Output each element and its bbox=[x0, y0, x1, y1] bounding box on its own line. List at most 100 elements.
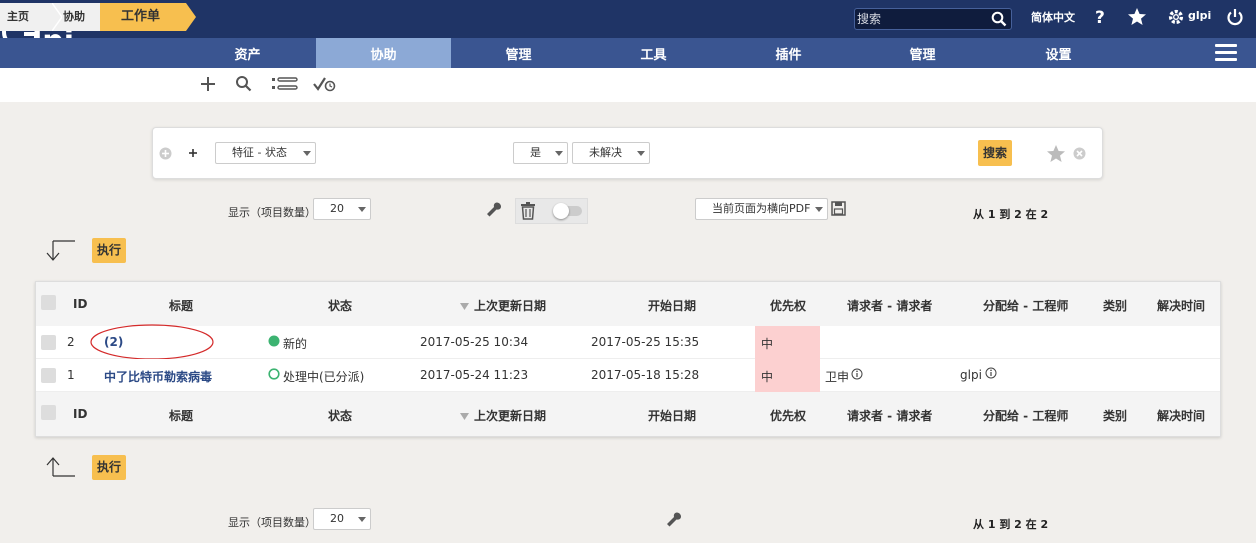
reset-search-icon[interactable] bbox=[1073, 147, 1086, 163]
ticket-start-date: 2017-05-25 15:35 bbox=[591, 335, 700, 349]
select-all-checkbox[interactable] bbox=[41, 405, 56, 420]
ticket-priority: 中 bbox=[761, 370, 774, 384]
trash-toggle-group bbox=[515, 198, 588, 224]
search-icon[interactable] bbox=[235, 75, 253, 96]
nav-tab-setup[interactable]: 设置 bbox=[991, 38, 1126, 68]
info-icon[interactable] bbox=[851, 368, 863, 383]
list-icon[interactable] bbox=[271, 75, 299, 96]
ticket-id: 2 bbox=[67, 335, 75, 349]
execute-button[interactable]: 执行 bbox=[92, 455, 126, 480]
global-search[interactable] bbox=[854, 8, 1012, 30]
global-search-input[interactable] bbox=[857, 10, 985, 28]
criteria-value-text: 未解决 bbox=[589, 146, 622, 159]
page-size-value: 20 bbox=[330, 512, 344, 525]
column-header-title[interactable]: 标题 bbox=[169, 407, 193, 424]
status-new-icon bbox=[268, 335, 280, 350]
info-icon[interactable] bbox=[985, 367, 997, 382]
breadcrumb-home-label: 主页 bbox=[7, 10, 29, 23]
table-row[interactable]: 1 中了比特币勒索病毒 处理中(已分派) 2017-05-24 11:23 20… bbox=[36, 359, 1220, 392]
add-criteria-icon[interactable] bbox=[187, 147, 199, 162]
sort-desc-icon bbox=[460, 300, 469, 314]
table-footer-row: ID 标题 状态 上次更新日期 开始日期 优先权 请求者 - 请求者 分配给 -… bbox=[36, 392, 1220, 436]
column-header-last-update[interactable]: 上次更新日期 bbox=[474, 297, 546, 314]
menu-icon[interactable] bbox=[1215, 44, 1237, 62]
breadcrumb-ticket[interactable]: 工作单 bbox=[100, 3, 196, 31]
criteria-operator-select[interactable]: 是 bbox=[513, 142, 568, 164]
column-header-id[interactable]: ID bbox=[73, 297, 87, 311]
arrow-down-left-icon bbox=[45, 240, 77, 265]
wrench-icon[interactable] bbox=[485, 201, 503, 222]
nav-tab-plugins[interactable]: 插件 bbox=[721, 38, 856, 68]
toggle-knob bbox=[553, 203, 569, 219]
export-save-icon[interactable] bbox=[831, 201, 846, 219]
main-nav: 资产 协助 管理 工具 插件 管理 设置 bbox=[0, 38, 1256, 68]
criteria-field-select[interactable]: 特征 - 状态 bbox=[215, 142, 316, 164]
ticket-requester[interactable]: 卫申 bbox=[825, 368, 849, 385]
row-checkbox[interactable] bbox=[41, 335, 56, 350]
ticket-status: 处理中(已分派) bbox=[283, 370, 365, 384]
trash-icon[interactable] bbox=[520, 202, 536, 223]
export-format-select[interactable]: 当前页面为横向PDF bbox=[695, 198, 828, 220]
language-selector[interactable]: 简体中文 bbox=[1031, 9, 1075, 25]
save-search-star-icon[interactable] bbox=[1046, 144, 1066, 167]
star-icon[interactable] bbox=[1127, 7, 1147, 30]
user-menu[interactable]: glpi bbox=[1188, 9, 1211, 22]
column-header-start-date[interactable]: 开始日期 bbox=[648, 407, 696, 424]
add-icon[interactable] bbox=[199, 75, 217, 96]
column-header-priority[interactable]: 优先权 bbox=[770, 407, 806, 424]
wrench-icon[interactable] bbox=[665, 511, 683, 532]
column-header-requester[interactable]: 请求者 - 请求者 bbox=[847, 297, 932, 314]
logout-icon[interactable] bbox=[1226, 7, 1244, 30]
nav-tab-administration[interactable]: 管理 bbox=[855, 38, 990, 68]
column-header-priority[interactable]: 优先权 bbox=[770, 297, 806, 314]
column-header-id[interactable]: ID bbox=[73, 407, 87, 421]
ticket-status: 新的 bbox=[283, 337, 308, 351]
search-criteria-panel: 特征 - 状态 是 未解决 搜索 bbox=[152, 127, 1103, 179]
column-header-title[interactable]: 标题 bbox=[169, 297, 193, 314]
column-header-assigned[interactable]: 分配给 - 工程师 bbox=[983, 407, 1068, 424]
criteria-operator-value: 是 bbox=[530, 146, 541, 159]
gear-icon[interactable] bbox=[1167, 7, 1185, 30]
table-row[interactable]: 2 (2) 新的 2017-05-25 10:34 2017-05-25 15:… bbox=[36, 324, 1220, 360]
red-highlight-ellipse bbox=[90, 324, 214, 363]
nav-tab-tools[interactable]: 工具 bbox=[586, 38, 721, 68]
search-button[interactable]: 搜索 bbox=[978, 140, 1012, 166]
check-clock-icon[interactable] bbox=[313, 75, 337, 96]
ticket-last-update: 2017-05-25 10:34 bbox=[420, 335, 529, 349]
column-header-resolution-time[interactable]: 解决时间 bbox=[1157, 297, 1205, 314]
table-header-row: ID 标题 状态 上次更新日期 开始日期 优先权 请求者 - 请求者 分配给 -… bbox=[36, 282, 1220, 326]
pagination-info: 从 1 到 2 在 2 bbox=[973, 208, 1049, 221]
ticket-table: ID 标题 状态 上次更新日期 开始日期 优先权 请求者 - 请求者 分配给 -… bbox=[35, 281, 1221, 437]
row-checkbox[interactable] bbox=[41, 368, 56, 383]
ticket-id: 1 bbox=[67, 368, 75, 382]
execute-button[interactable]: 执行 bbox=[92, 238, 126, 263]
column-header-status[interactable]: 状态 bbox=[328, 297, 352, 314]
column-header-requester[interactable]: 请求者 - 请求者 bbox=[847, 407, 932, 424]
nav-tab-management[interactable]: 管理 bbox=[451, 38, 586, 68]
select-all-checkbox[interactable] bbox=[41, 295, 56, 310]
help-icon[interactable]: ? bbox=[1094, 7, 1108, 30]
search-icon[interactable] bbox=[991, 11, 1007, 30]
column-header-category[interactable]: 类别 bbox=[1103, 297, 1127, 314]
deleted-items-toggle[interactable] bbox=[553, 203, 582, 219]
ticket-assigned[interactable]: glpi bbox=[960, 368, 982, 382]
column-header-last-update[interactable]: 上次更新日期 bbox=[474, 407, 546, 424]
ticket-start-date: 2017-05-18 15:28 bbox=[591, 368, 700, 382]
page-size-select[interactable]: 20 bbox=[313, 198, 371, 220]
column-header-start-date[interactable]: 开始日期 bbox=[648, 297, 696, 314]
sort-desc-icon bbox=[460, 410, 469, 424]
add-criteria-group-icon[interactable] bbox=[159, 147, 172, 163]
ticket-title-link[interactable]: 中了比特币勒索病毒 bbox=[104, 368, 212, 385]
column-header-status[interactable]: 状态 bbox=[328, 407, 352, 424]
column-header-category[interactable]: 类别 bbox=[1103, 407, 1127, 424]
column-header-assigned[interactable]: 分配给 - 工程师 bbox=[983, 297, 1068, 314]
nav-tab-assets[interactable]: 资产 bbox=[180, 38, 315, 68]
display-count-label: 显示（项目数量） bbox=[228, 516, 316, 529]
criteria-value-select[interactable]: 未解决 bbox=[572, 142, 650, 164]
nav-tab-assistance[interactable]: 协助 bbox=[316, 38, 451, 68]
page-size-select[interactable]: 20 bbox=[313, 508, 371, 530]
status-assigned-icon bbox=[268, 368, 280, 383]
page-size-value: 20 bbox=[330, 202, 344, 215]
column-header-resolution-time[interactable]: 解决时间 bbox=[1157, 407, 1205, 424]
breadcrumb-home[interactable]: 主页 bbox=[0, 3, 62, 31]
